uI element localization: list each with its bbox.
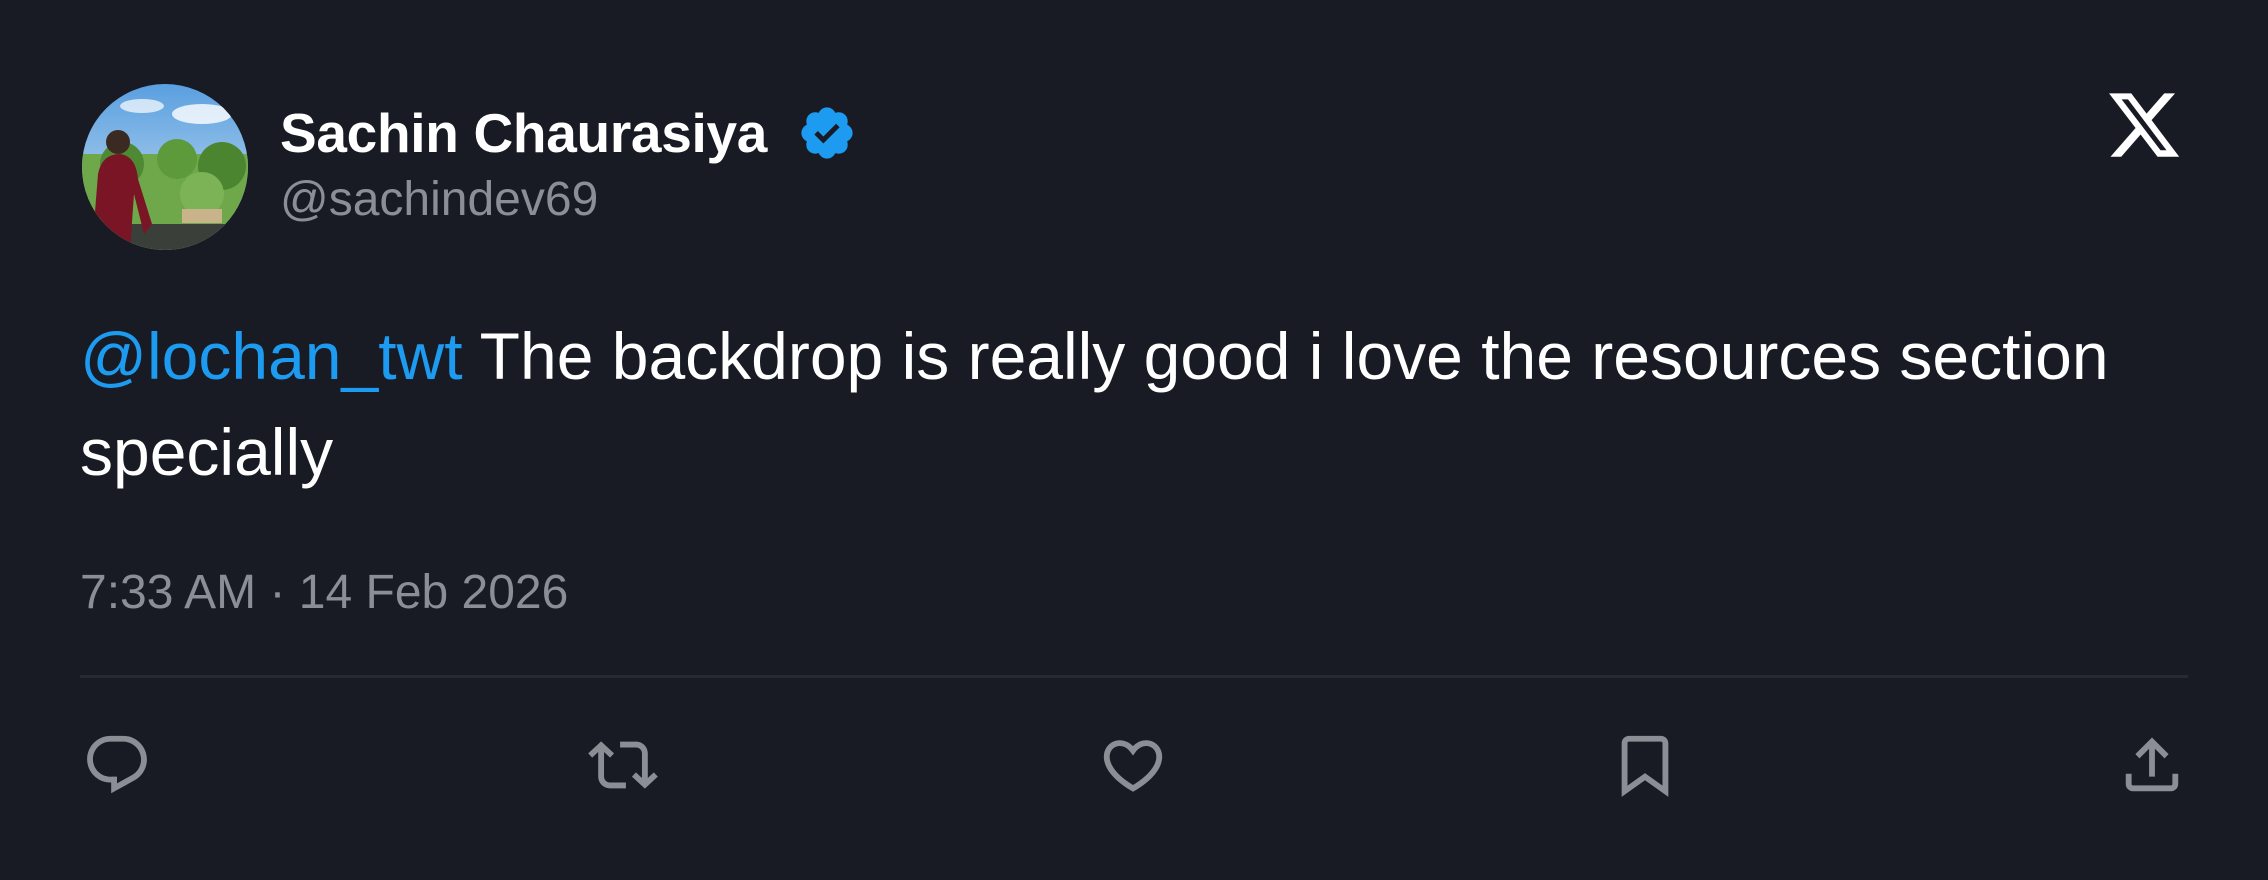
author-handle[interactable]: @sachindev69: [280, 170, 598, 230]
tweet-card: Sachin Chaurasiya @sachindev69 @lochan_t…: [0, 0, 2268, 880]
share-icon: [2125, 737, 2179, 792]
like-button[interactable]: [1098, 730, 1168, 800]
retweet-icon: [588, 741, 658, 789]
display-name[interactable]: Sachin Chaurasiya: [280, 98, 767, 168]
author-name-row: Sachin Chaurasiya: [280, 98, 857, 168]
verified-badge-icon: [801, 107, 853, 159]
mention-link[interactable]: @lochan_twt: [80, 319, 463, 393]
reply-button[interactable]: [82, 730, 152, 800]
heart-icon: [1103, 740, 1163, 792]
tweet-text: @lochan_twt The backdrop is really good …: [80, 308, 2200, 500]
bookmark-button[interactable]: [1610, 730, 1680, 800]
timestamp[interactable]: 7:33 AM · 14 Feb 2026: [80, 563, 568, 623]
avatar[interactable]: [82, 84, 248, 250]
divider: [80, 675, 2188, 678]
retweet-button[interactable]: [588, 730, 658, 800]
avatar-image: [82, 84, 248, 250]
reply-icon: [87, 735, 147, 794]
bookmark-icon: [1621, 735, 1669, 797]
share-button[interactable]: [2117, 730, 2187, 800]
x-logo-icon[interactable]: [2105, 86, 2183, 164]
